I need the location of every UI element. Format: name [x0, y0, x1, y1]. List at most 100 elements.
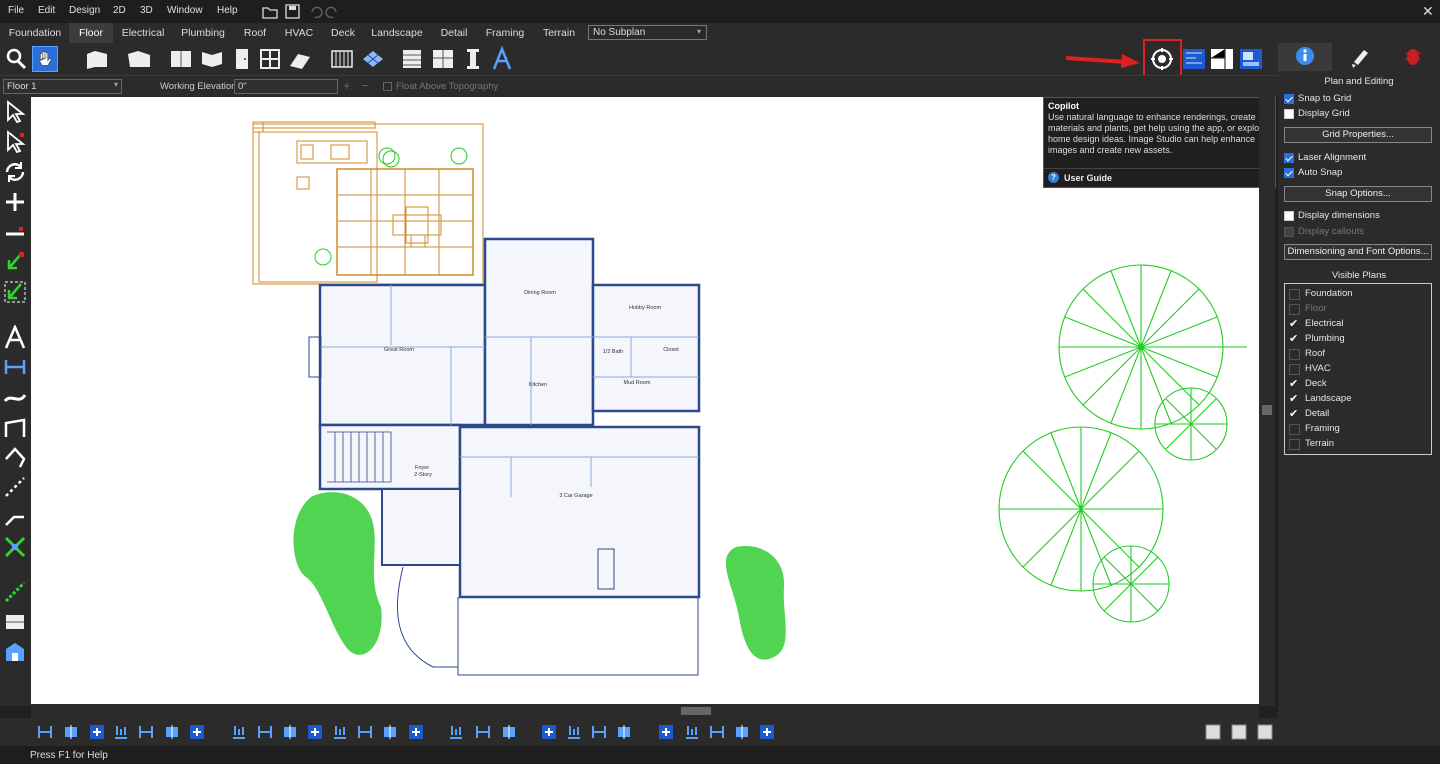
bottom-tool-icon[interactable] [500, 723, 518, 741]
plus-icon[interactable]: + [343, 78, 351, 93]
working-elevation-input[interactable]: 0" [234, 79, 338, 94]
tab-roof[interactable]: Roof [237, 23, 273, 43]
bottom-tool-icon[interactable] [1256, 723, 1274, 741]
checkmark-icon[interactable]: ✔ [1289, 379, 1300, 390]
visible-plan-floor[interactable]: Floor [1289, 302, 1427, 317]
bottom-tool-icon[interactable] [615, 723, 633, 741]
column-tool-icon[interactable] [460, 46, 486, 72]
display-dimensions-checkbox[interactable] [1284, 211, 1294, 221]
tab-hvac[interactable]: HVAC [281, 23, 317, 43]
empty-check-icon[interactable] [1289, 349, 1300, 360]
empty-check-icon[interactable] [1289, 304, 1300, 315]
bottom-tool-icon[interactable] [256, 723, 274, 741]
snap-to-grid-checkbox[interactable] [1284, 94, 1294, 104]
dimensioning-font-options-button[interactable]: Dimensioning and Font Options... [1284, 244, 1432, 260]
user-guide-link[interactable]: User Guide [1064, 173, 1112, 183]
visible-plan-roof[interactable]: Roof [1289, 347, 1427, 362]
tile-tool-icon[interactable] [360, 46, 386, 72]
copilot-icon[interactable] [1149, 46, 1175, 72]
polyline-icon[interactable] [3, 445, 27, 469]
house-view-icon[interactable] [3, 640, 27, 664]
plant-tool-icon[interactable] [3, 580, 27, 604]
grid-properties-button[interactable]: Grid Properties... [1284, 127, 1432, 143]
vertical-scrollbar[interactable] [1259, 97, 1275, 706]
tab-detail[interactable]: Detail [433, 23, 475, 43]
plan-canvas[interactable]: Great Room Dining Room Hobby Room 1/2 Ba… [31, 97, 1259, 704]
pan-hand-tool[interactable] [32, 46, 58, 72]
arc-icon[interactable] [3, 415, 27, 439]
tab-info[interactable] [1278, 43, 1332, 71]
bottom-tool-icon[interactable] [281, 723, 299, 741]
bottom-tool-icon[interactable] [381, 723, 399, 741]
add-icon[interactable] [3, 190, 27, 214]
menu-edit[interactable]: Edit [38, 5, 55, 16]
laser-alignment-checkbox[interactable] [1284, 153, 1294, 163]
empty-check-icon[interactable] [1289, 439, 1300, 450]
bottom-tool-icon[interactable] [356, 723, 374, 741]
menu-help[interactable]: Help [217, 5, 238, 16]
bottom-tool-icon[interactable] [657, 723, 675, 741]
visible-plan-framing[interactable]: Framing [1289, 422, 1427, 437]
bottom-tool-icon[interactable] [163, 723, 181, 741]
bottom-tool-icon[interactable] [1230, 723, 1248, 741]
bottom-tool-icon[interactable] [540, 723, 558, 741]
menu-design[interactable]: Design [69, 5, 100, 16]
bottom-tool-icon[interactable] [331, 723, 349, 741]
library-icon[interactable] [3, 610, 27, 634]
visible-plan-electrical[interactable]: ✔ Electrical [1289, 317, 1427, 332]
bottom-tool-icon[interactable] [1204, 723, 1222, 741]
bottom-tool-icon[interactable] [708, 723, 726, 741]
auto-snap-checkbox[interactable] [1284, 168, 1294, 178]
bottom-tool-icon[interactable] [683, 723, 701, 741]
bottom-tool-icon[interactable] [758, 723, 776, 741]
tab-framing[interactable]: Framing [481, 23, 529, 43]
transform-icon[interactable] [3, 535, 27, 559]
window-tool-icon[interactable] [199, 46, 225, 72]
subplan-select[interactable]: No Subplan [588, 25, 707, 40]
tab-electrical[interactable]: Electrical [117, 23, 169, 43]
empty-check-icon[interactable] [1289, 364, 1300, 375]
rotate-icon[interactable] [3, 160, 27, 184]
floorplan-icon[interactable] [1209, 46, 1235, 72]
tab-plumbing[interactable]: Plumbing [177, 23, 229, 43]
layout-icon[interactable] [1238, 46, 1264, 72]
visible-plan-landscape[interactable]: ✔ Landscape [1289, 392, 1427, 407]
text-icon[interactable] [3, 325, 27, 349]
bottom-tool-icon[interactable] [565, 723, 583, 741]
checkmark-icon[interactable]: ✔ [1289, 334, 1300, 345]
line-icon[interactable] [3, 385, 27, 409]
horizontal-scrollbar[interactable] [31, 704, 1259, 718]
tab-terrain[interactable]: Terrain [536, 23, 582, 43]
bottom-tool-icon[interactable] [590, 723, 608, 741]
remove-icon[interactable] [3, 220, 27, 244]
select-multi-icon[interactable] [3, 130, 27, 154]
bottom-tool-icon[interactable] [62, 723, 80, 741]
close-window-icon[interactable]: ✕ [1422, 3, 1434, 20]
spline-icon[interactable] [3, 505, 27, 529]
cabinet-tool-icon[interactable] [168, 46, 194, 72]
scroll-thumb[interactable] [681, 707, 711, 715]
visible-plan-detail[interactable]: ✔ Detail [1289, 407, 1427, 422]
blueprint-icon[interactable] [1181, 46, 1207, 72]
visible-plan-deck[interactable]: ✔ Deck [1289, 377, 1427, 392]
railing-tool-icon[interactable] [329, 46, 355, 72]
menu-2d[interactable]: 2D [113, 5, 126, 16]
door-tool-icon[interactable] [229, 46, 255, 72]
wall-tool-icon[interactable] [84, 46, 110, 72]
menu-3d[interactable]: 3D [140, 5, 153, 16]
bottom-tool-icon[interactable] [88, 723, 106, 741]
bottom-tool-icon[interactable] [407, 723, 425, 741]
empty-check-icon[interactable] [1289, 289, 1300, 300]
checkmark-icon[interactable]: ✔ [1289, 319, 1300, 330]
display-grid-checkbox[interactable] [1284, 109, 1294, 119]
tab-floor[interactable]: Floor [69, 23, 113, 43]
empty-check-icon[interactable] [1289, 424, 1300, 435]
tab-foundation[interactable]: Foundation [4, 23, 66, 43]
bottom-tool-icon[interactable] [36, 723, 54, 741]
visible-plan-hvac[interactable]: HVAC [1289, 362, 1427, 377]
move-in-icon[interactable] [3, 250, 27, 274]
bottom-tool-icon[interactable] [112, 723, 130, 741]
snap-options-button[interactable]: Snap Options... [1284, 186, 1432, 202]
menu-file[interactable]: File [8, 5, 24, 16]
display-callouts-checkbox[interactable] [1284, 227, 1294, 237]
